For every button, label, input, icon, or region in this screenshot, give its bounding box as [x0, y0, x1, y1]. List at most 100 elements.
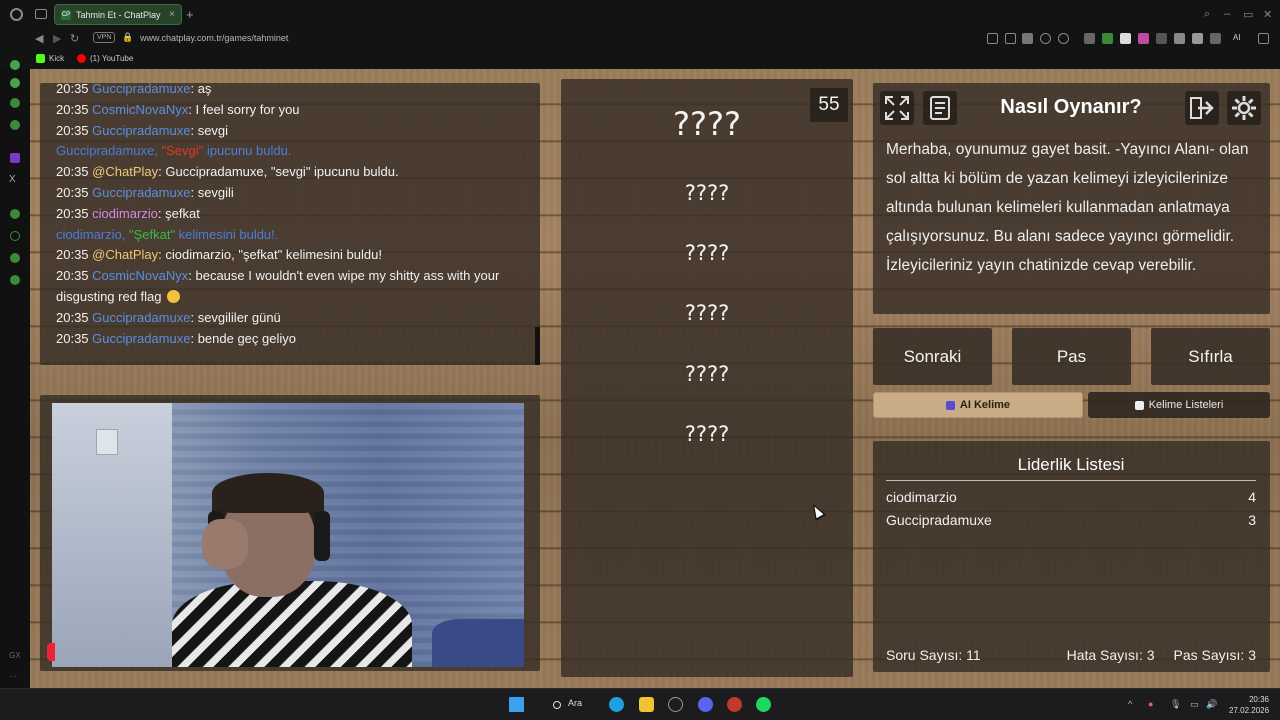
message-separator: :: [190, 122, 198, 138]
camera-extension-icon[interactable]: [987, 33, 998, 44]
white-extension-icon[interactable]: [1120, 33, 1131, 44]
tab-word-lists[interactable]: Kelime Listeleri: [1088, 392, 1270, 418]
message-username[interactable]: Guccipradamuxe: [92, 310, 190, 325]
heart-icon[interactable]: [1058, 33, 1069, 44]
document-icon[interactable]: [923, 91, 957, 125]
adblock-shield-icon[interactable]: [1022, 33, 1033, 44]
kick-icon: [36, 54, 45, 63]
forward-icon[interactable]: ▶: [53, 32, 61, 45]
message-time: 20:35: [56, 247, 89, 263]
message-separator: :: [190, 330, 198, 346]
user-extension-icon[interactable]: [1174, 33, 1185, 44]
green-extension-icon[interactable]: [1102, 33, 1113, 44]
search-icon[interactable]: [553, 701, 561, 709]
chatplay-favicon-icon: CP: [61, 9, 71, 20]
system-message-text: Guccipradamuxe,: [56, 143, 162, 159]
message-username[interactable]: CosmicNovaNyx: [92, 102, 188, 117]
menu-icon[interactable]: [1258, 33, 1269, 44]
browser-tab-bar: CP Tahmin Et - ChatPlay × + ⌕ – ▭ ✕: [0, 0, 1280, 29]
volume-icon[interactable]: 🔊: [1206, 699, 1217, 710]
browser-tab-active[interactable]: CP Tahmin Et - ChatPlay ×: [54, 4, 182, 25]
microphone-icon[interactable]: 🎙: [1170, 699, 1181, 710]
snapshot-icon[interactable]: [1005, 33, 1016, 44]
message-username[interactable]: Guccipradamuxe: [92, 331, 190, 346]
system-message-text: ciodimarzio,: [56, 226, 129, 242]
vpn-badge[interactable]: VPN: [93, 32, 116, 43]
tab-ai-word[interactable]: AI Kelime: [873, 392, 1083, 418]
twitch-icon[interactable]: [10, 153, 20, 163]
message-time: 20:35: [56, 309, 89, 325]
discord-icon[interactable]: [698, 697, 713, 712]
lock-icon[interactable]: 🔒: [122, 32, 133, 43]
windows-start-icon[interactable]: [509, 697, 524, 712]
spotify-icon[interactable]: [756, 697, 771, 712]
app-icon[interactable]: [727, 697, 742, 712]
pass-button[interactable]: Pas: [1012, 328, 1131, 385]
chat-message: 20:35 Guccipradamuxe: sevgili: [56, 183, 526, 204]
sidebar-icon-1[interactable]: [10, 60, 20, 70]
address-bar: ◀ ▶ ↻ VPN 🔒 www.chatplay.com.tr/games/ta…: [0, 29, 1280, 49]
sidebar-icon-6[interactable]: [10, 253, 20, 263]
settings-icon[interactable]: [10, 275, 20, 285]
system-message-text: ipucunu buldu.: [203, 143, 292, 159]
close-window-icon[interactable]: ✕: [1263, 8, 1272, 21]
reload-icon[interactable]: ↻: [70, 32, 79, 45]
sidebar-icon-4[interactable]: [10, 120, 20, 130]
message-username[interactable]: CosmicNovaNyx: [92, 268, 188, 283]
settings-gear-icon[interactable]: [1227, 91, 1261, 125]
new-tab-icon[interactable]: +: [186, 7, 194, 22]
player-icon[interactable]: [1040, 33, 1051, 44]
profile-avatar-icon[interactable]: [1192, 33, 1203, 44]
network-icon[interactable]: ▭: [1190, 699, 1199, 710]
sidebar-icon-2[interactable]: [10, 78, 20, 88]
f-extension-icon[interactable]: [1156, 33, 1167, 44]
opera-gx-taskbar-icon[interactable]: [668, 697, 683, 712]
tab-label: AI Kelime: [959, 399, 1011, 411]
message-username[interactable]: Guccipradamuxe: [92, 123, 190, 138]
history-icon[interactable]: [10, 231, 20, 241]
sidebar-icon-3[interactable]: [10, 98, 20, 108]
bookmark-youtube[interactable]: (1) YouTube: [77, 54, 133, 63]
chat-scrollbar[interactable]: [535, 327, 540, 365]
question-count: Soru Sayısı: 11: [886, 647, 981, 663]
file-explorer-icon[interactable]: [639, 697, 654, 712]
maximize-icon[interactable]: ▭: [1243, 8, 1253, 21]
tray-app-icon[interactable]: ●: [1148, 699, 1153, 709]
fullscreen-icon[interactable]: [880, 91, 914, 125]
tray-chevron-icon[interactable]: ^: [1128, 699, 1132, 709]
message-text: sevgili: [197, 184, 234, 200]
message-username[interactable]: @ChatPlay: [92, 247, 158, 262]
message-username[interactable]: Guccipradamuxe: [92, 83, 190, 96]
minimize-icon[interactable]: –: [1224, 8, 1230, 20]
settings-extension-icon[interactable]: [1210, 33, 1221, 44]
ai-button[interactable]: AI: [1233, 33, 1241, 42]
search-tabs-icon[interactable]: ⌕: [1204, 8, 1210, 21]
more-icon[interactable]: ···: [9, 672, 17, 681]
message-text: ciodimarzio, "şefkat" kelimesini buldu!: [165, 247, 382, 263]
edge-icon[interactable]: [609, 697, 624, 712]
message-separator: :: [190, 309, 198, 325]
opera-logo-icon[interactable]: [10, 8, 23, 21]
url-field[interactable]: www.chatplay.com.tr/games/tahminet: [140, 33, 288, 43]
message-username[interactable]: @ChatPlay: [92, 164, 158, 179]
back-icon[interactable]: ◀: [35, 32, 43, 45]
next-button[interactable]: Sonraki: [873, 328, 992, 385]
reset-button[interactable]: Sıfırla: [1151, 328, 1270, 385]
x-icon[interactable]: X: [9, 174, 16, 185]
message-time: 20:35: [56, 83, 89, 96]
sk-extension-icon[interactable]: [1084, 33, 1095, 44]
chat-message: Guccipradamuxe, "Sevgi" ipucunu buldu.: [56, 141, 526, 162]
pink-extension-icon[interactable]: [1138, 33, 1149, 44]
tab-title: Tahmin Et - ChatPlay: [76, 9, 161, 20]
tab-overview-icon[interactable]: [35, 9, 47, 19]
chat-message: 20:35 Guccipradamuxe: sevgililer günü: [56, 308, 526, 329]
close-tab-icon[interactable]: ×: [169, 9, 175, 20]
system-clock[interactable]: 20:36 27.02.2026: [1229, 694, 1269, 716]
message-username[interactable]: ciodimarzio: [92, 206, 158, 221]
sidebar-icon-5[interactable]: [10, 209, 20, 219]
exit-icon[interactable]: [1185, 91, 1219, 125]
taskbar-search[interactable]: Ara: [568, 698, 582, 708]
bookmark-kick[interactable]: Kick: [36, 54, 64, 63]
gx-icon[interactable]: GX: [9, 651, 21, 660]
message-username[interactable]: Guccipradamuxe: [92, 185, 190, 200]
